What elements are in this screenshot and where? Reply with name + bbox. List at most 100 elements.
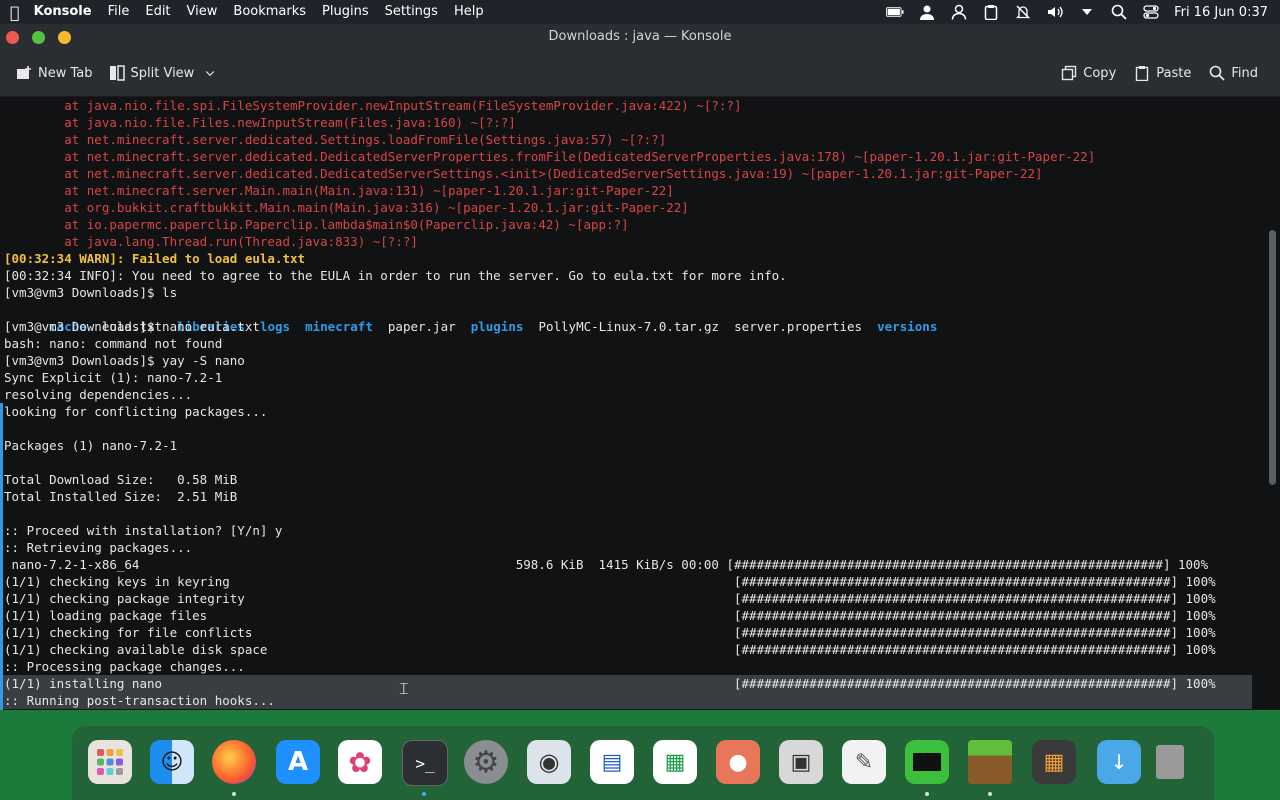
user-switch-icon[interactable] <box>950 4 968 20</box>
terminal-progress-line: nano-7.2-1-x86_64 598.6 KiB 1415 KiB/s 0… <box>4 557 1209 572</box>
spreadsheet-icon[interactable]: ▦ <box>653 740 697 784</box>
terminal-progress-line: (1/1) checking package integrity [######… <box>4 591 1216 606</box>
terminal-prompt-line: [vm3@vm3 Downloads]$ nano eula.txt <box>4 319 260 334</box>
ls-entry-dir: plugins <box>470 319 524 334</box>
app-menu[interactable]: Konsole <box>34 0 92 24</box>
terminal-line: at java.nio.file.Files.newInputStream(Fi… <box>4 115 516 130</box>
terminal-line: :: Proceed with installation? [Y/n] y <box>4 523 283 538</box>
launchpad-icon[interactable] <box>88 740 132 784</box>
terminal-warning-line: [00:32:34 WARN]: Failed to load eula.txt <box>4 251 306 266</box>
terminal-progress-line: (1/1) checking available disk space [###… <box>4 642 1216 657</box>
search-icon[interactable] <box>1110 4 1128 20</box>
selection-marker <box>0 403 3 710</box>
menu-edit[interactable]: Edit <box>145 0 170 24</box>
running-indicator <box>988 792 992 796</box>
terminal-line-selected: :: Running post-transaction hooks... <box>0 692 1252 709</box>
chevron-down-icon[interactable] <box>1078 4 1096 20</box>
game-icon[interactable] <box>905 740 949 784</box>
terminal-line: at java.nio.file.spi.FileSystemProvider.… <box>4 98 742 113</box>
copy-label: Copy <box>1083 65 1117 81</box>
app-store-icon[interactable]: A <box>276 740 320 784</box>
terminal-prompt-line: [vm3@vm3 Downloads]$ yay -S nano <box>4 353 245 368</box>
copy-button[interactable]: Copy <box>1053 57 1124 89</box>
firefox-icon[interactable] <box>212 740 256 784</box>
finder-icon[interactable]: ☺ <box>150 740 194 784</box>
menu-plugins[interactable]: Plugins <box>322 0 369 24</box>
image-viewer-icon[interactable]: ● <box>716 740 760 784</box>
menu-settings[interactable]: Settings <box>385 0 438 24</box>
terminal-progress-line-selected: (1/1) installing nano [#################… <box>0 675 1252 692</box>
terminal-line: at io.papermc.paperclip.Paperclip.lambda… <box>4 217 629 232</box>
terminal-prompt-line: [vm3@vm3 Downloads]$ ls <box>4 285 178 300</box>
terminal-line: looking for conflicting packages... <box>4 404 268 419</box>
launchpad-grid-icon <box>97 749 123 775</box>
find-button[interactable]: Find <box>1201 57 1266 89</box>
ls-output-line: cache eula.txt libraries logs minecraft … <box>4 301 937 334</box>
terminal-line: at net.minecraft.server.dedicated.Dedica… <box>4 149 1096 164</box>
split-view-icon <box>109 65 125 81</box>
toolbar: New Tab Split View Copy Paste Find <box>0 50 1280 97</box>
ls-entry-file: paper.jar <box>387 319 456 334</box>
calculator-icon[interactable]: ▦ <box>1032 740 1076 784</box>
terminal-progress-line: (1/1) checking keys in keyring [########… <box>4 574 1216 589</box>
menu-help[interactable]: Help <box>454 0 484 24</box>
terminal-line: at net.minecraft.server.dedicated.Settin… <box>4 132 667 147</box>
control-center-icon[interactable] <box>1142 4 1160 20</box>
terminal-progress-line: (1/1) loading package files [###########… <box>4 608 1216 623</box>
terminal-line: at org.bukkit.craftbukkit.Main.main(Main… <box>4 200 689 215</box>
ls-entry-dir: minecraft <box>305 319 373 334</box>
chevron-down-icon[interactable] <box>204 67 216 79</box>
terminal-line: :: Retrieving packages... <box>4 540 193 555</box>
ls-entry-dir: logs <box>259 319 291 334</box>
running-indicator <box>232 792 236 796</box>
terminal-line: Total Installed Size: 2.51 MiB <box>4 489 238 504</box>
media-player-icon[interactable]: ▣ <box>779 740 823 784</box>
terminal-line: Total Download Size: 0.58 MiB <box>4 472 238 487</box>
paste-label: Paste <box>1156 65 1192 81</box>
system-settings-icon[interactable]: ⚙ <box>464 740 508 784</box>
notes-icon[interactable]: ✎ <box>842 740 886 784</box>
paste-button[interactable]: Paste <box>1126 57 1199 89</box>
search-icon <box>1210 65 1225 81</box>
apple-menu-icon[interactable]:  <box>10 3 20 22</box>
volume-icon[interactable] <box>1046 4 1064 20</box>
terminal-line: at net.minecraft.server.Main.main(Main.j… <box>4 183 674 198</box>
ls-entry-file: PollyMC-Linux-7.0.tar.gz <box>538 319 720 334</box>
terminal-line: bash: nano: command not found <box>4 336 223 351</box>
screenshot-icon[interactable]: ◉ <box>527 740 571 784</box>
new-tab-label: New Tab <box>38 65 93 81</box>
photos-icon[interactable]: ✿ <box>338 740 382 784</box>
battery-icon[interactable] <box>886 4 904 20</box>
terminal-line: at java.lang.Thread.run(Thread.java:833)… <box>4 234 418 249</box>
text-editor-icon[interactable]: ▤ <box>590 740 634 784</box>
terminal-line: Sync Explicit (1): nano-7.2-1 <box>4 370 223 385</box>
paste-icon <box>1136 66 1149 81</box>
menu-bookmarks[interactable]: Bookmarks <box>233 0 306 24</box>
scrollbar-thumb[interactable] <box>1269 230 1276 485</box>
terminal-line: at net.minecraft.server.dedicated.Dedica… <box>4 166 1043 181</box>
ls-entry-dir: versions <box>877 319 938 334</box>
new-tab-button[interactable]: New Tab <box>8 57 101 89</box>
terminal-line: Packages (1) nano-7.2-1 <box>4 438 178 453</box>
notifications-muted-icon[interactable] <box>1014 4 1032 20</box>
clipboard-icon[interactable] <box>982 4 1000 20</box>
trash-icon[interactable] <box>1148 740 1192 784</box>
downloads-folder-icon[interactable]: ↓ <box>1097 740 1141 784</box>
scrollbar[interactable] <box>1264 97 1280 710</box>
terminal-output[interactable]: at java.nio.file.spi.FileSystemProvider.… <box>0 97 1264 710</box>
terminal-line: [00:32:34 INFO]: You need to agree to th… <box>4 268 787 283</box>
clock[interactable]: Fri 16 Jun 0:37 <box>1174 5 1268 20</box>
split-view-button[interactable]: Split View <box>101 57 225 89</box>
terminal-progress-line: (1/1) checking for file conflicts [#####… <box>4 625 1216 640</box>
minecraft-icon[interactable] <box>968 740 1012 784</box>
terminal-icon[interactable]: >_ <box>402 740 448 786</box>
title-bar[interactable]: Downloads : java — Konsole <box>0 24 1280 50</box>
running-indicator <box>925 792 929 796</box>
new-tab-icon <box>17 66 31 79</box>
user-icon[interactable] <box>918 4 936 20</box>
find-label: Find <box>1231 65 1258 81</box>
menu-file[interactable]: File <box>108 0 130 24</box>
window-title: Downloads : java — Konsole <box>548 29 732 44</box>
menu-view[interactable]: View <box>187 0 218 24</box>
split-view-label: Split View <box>130 65 195 81</box>
